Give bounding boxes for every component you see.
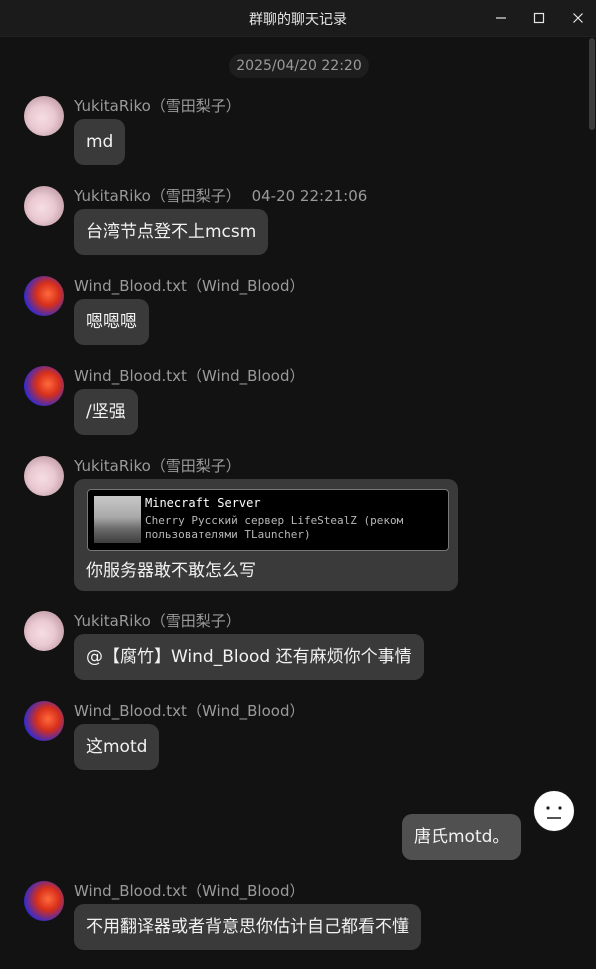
server-motd: Cherry Русский сервер LifeStealZ (реком … — [145, 514, 404, 541]
minimize-button[interactable] — [481, 0, 521, 36]
close-button[interactable] — [558, 0, 596, 36]
message-bubble-self[interactable]: 唐氏motd。 — [402, 814, 522, 860]
server-card[interactable]: Minecraft Server Cherry Русский сервер L… — [87, 489, 449, 551]
sender-name: YukitaRiko（雪田梨子） — [74, 457, 241, 475]
maximize-button[interactable] — [519, 0, 559, 36]
message-bubble[interactable]: md — [74, 119, 126, 165]
message-bubble[interactable]: 不用翻译器或者背意思你估计自己都看不懂 — [74, 904, 421, 950]
message-bubble[interactable]: @【腐竹】Wind_Blood 还有麻烦你个事情 — [74, 634, 424, 680]
scrollbar-thumb[interactable] — [589, 38, 595, 130]
sender-name: Wind_Blood.txt（Wind_Blood） — [74, 882, 305, 900]
sender-name: Wind_Blood.txt（Wind_Blood） — [74, 702, 305, 720]
avatar[interactable] — [24, 186, 64, 226]
message-time: 04-20 22:21:06 — [251, 187, 368, 205]
avatar[interactable] — [24, 611, 64, 651]
close-icon — [573, 13, 583, 23]
neutral-face-icon — [546, 806, 562, 819]
server-icon — [94, 496, 141, 543]
avatar[interactable] — [533, 790, 575, 832]
message-bubble[interactable]: /坚强 — [74, 389, 138, 435]
sender-name: YukitaRiko（雪田梨子） 04-20 22:21:06 — [74, 185, 367, 206]
sender-name: Wind_Blood.txt（Wind_Blood） — [74, 367, 305, 385]
avatar[interactable] — [24, 366, 64, 406]
minimize-icon — [496, 17, 506, 19]
sender-name: YukitaRiko（雪田梨子） — [74, 612, 241, 630]
avatar[interactable] — [24, 276, 64, 316]
avatar[interactable] — [24, 456, 64, 496]
date-separator: 2025/04/20 22:20 — [229, 54, 369, 78]
message-text: 你服务器敢不敢怎么写 — [86, 561, 256, 581]
avatar[interactable] — [24, 96, 64, 136]
sender-name: YukitaRiko（雪田梨子） — [74, 97, 241, 115]
sender-name-text: YukitaRiko（雪田梨子） — [74, 187, 241, 205]
message-bubble[interactable]: 这motd — [74, 724, 160, 770]
maximize-icon — [533, 12, 545, 24]
server-title: Minecraft Server — [145, 496, 261, 510]
title-bar: 群聊的聊天记录 — [0, 0, 596, 37]
sender-name: Wind_Blood.txt（Wind_Blood） — [74, 277, 305, 295]
message-bubble[interactable]: 台湾节点登不上mcsm — [74, 209, 269, 255]
avatar[interactable] — [24, 881, 64, 921]
message-bubble[interactable]: 嗯嗯嗯 — [74, 299, 149, 345]
avatar[interactable] — [24, 701, 64, 741]
